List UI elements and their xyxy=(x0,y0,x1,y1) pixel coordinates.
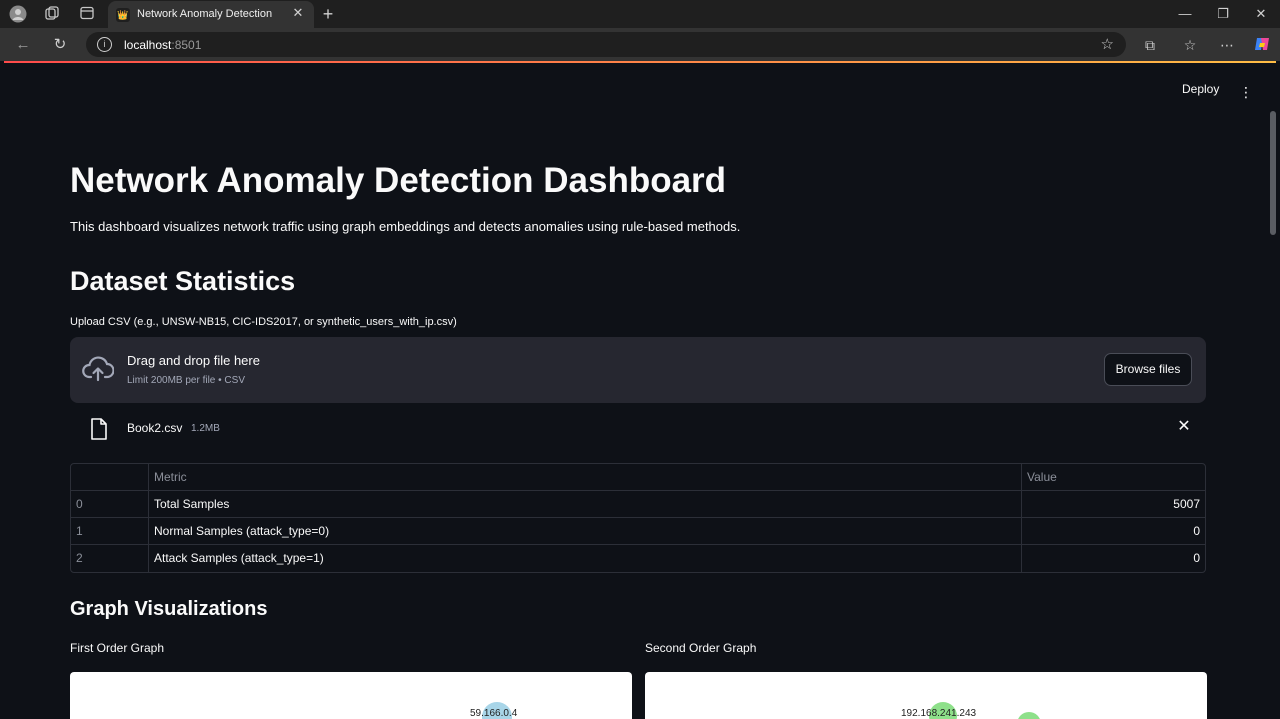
file-size: 1.2MB xyxy=(191,423,220,434)
row-metric[interactable]: Attack Samples (attack_type=1) xyxy=(149,545,1022,572)
close-window-icon[interactable]: ✕ xyxy=(1250,4,1272,24)
reload-icon[interactable]: ↻ xyxy=(50,35,70,55)
first-order-graph-title: First Order Graph xyxy=(70,641,165,655)
upload-label: Upload CSV (e.g., UNSW-NB15, CIC-IDS2017… xyxy=(70,316,457,328)
table-header-row: Metric Value xyxy=(71,464,1205,491)
url-port: :8501 xyxy=(171,38,202,52)
table-row: 1 Normal Samples (attack_type=0) 0 xyxy=(71,518,1205,545)
dataset-statistics-heading: Dataset Statistics xyxy=(70,266,296,296)
first-order-graph[interactable]: 59.166.0.4 xyxy=(70,672,632,719)
dropzone-limit: Limit 200MB per file • CSV xyxy=(127,375,245,386)
collections-icon[interactable] xyxy=(43,5,61,23)
favorite-star-icon[interactable]: ☆ xyxy=(1101,35,1114,53)
graph-node-label: 192.168.241.243 xyxy=(901,708,977,719)
row-value[interactable]: 0 xyxy=(1022,545,1205,572)
site-info-icon[interactable]: i xyxy=(97,37,112,52)
table-row: 2 Attack Samples (attack_type=1) 0 xyxy=(71,545,1205,572)
restore-icon[interactable]: ❐ xyxy=(1212,4,1234,24)
page-scrollbar[interactable] xyxy=(1270,111,1276,235)
url-host: localhost xyxy=(124,38,172,52)
dataset-stats-table[interactable]: Metric Value 0 Total Samples 5007 1 Norm… xyxy=(70,463,1206,573)
header-value[interactable]: Value xyxy=(1022,464,1205,491)
more-menu-icon[interactable]: ⋯ xyxy=(1217,35,1237,55)
graph-visualizations-heading: Graph Visualizations xyxy=(70,598,268,620)
remove-file-icon[interactable]: ✕ xyxy=(1174,417,1194,437)
copilot-icon[interactable] xyxy=(1252,35,1272,55)
file-dropzone[interactable]: Drag and drop file here Limit 200MB per … xyxy=(70,337,1206,403)
row-index: 0 xyxy=(71,491,149,518)
streamlit-favicon-icon: 👑 xyxy=(116,8,130,22)
main-menu-icon[interactable]: ⋮ xyxy=(1238,83,1254,101)
page-title: Network Anomaly Detection Dashboard xyxy=(70,161,727,200)
profile-icon[interactable] xyxy=(9,5,27,23)
file-name: Book2.csv xyxy=(127,421,183,435)
active-tab[interactable]: 👑 Network Anomaly Detection ✕ xyxy=(108,1,314,28)
table-row: 0 Total Samples 5007 xyxy=(71,491,1205,518)
uploaded-file: Book2.csv 1.2MB ✕ xyxy=(70,411,1206,447)
url-text: localhost:8501 xyxy=(124,38,201,52)
app-main: Deploy ⋮ Network Anomaly Detection Dashb… xyxy=(4,63,1276,719)
row-value[interactable]: 0 xyxy=(1022,518,1205,545)
extensions-icon[interactable]: ⧉ xyxy=(1140,35,1160,55)
row-index: 2 xyxy=(71,545,149,572)
browse-files-button[interactable]: Browse files xyxy=(1104,353,1192,386)
row-metric[interactable]: Normal Samples (attack_type=0) xyxy=(149,518,1022,545)
browser-titlebar: 👑 Network Anomaly Detection ✕ + — ❐ ✕ xyxy=(0,0,1280,28)
second-order-graph-title: Second Order Graph xyxy=(645,641,757,655)
minimize-icon[interactable]: — xyxy=(1174,4,1196,24)
tab-title: Network Anomaly Detection xyxy=(137,8,273,20)
second-order-graph[interactable]: 192.168.241.243 xyxy=(645,672,1207,719)
header-index xyxy=(71,464,149,491)
close-tab-icon[interactable]: ✕ xyxy=(290,5,306,21)
deploy-button[interactable]: Deploy xyxy=(1182,82,1219,96)
row-metric[interactable]: Total Samples xyxy=(149,491,1022,518)
row-index: 1 xyxy=(71,518,149,545)
graph-node xyxy=(1017,712,1041,719)
browser-toolbar: ← ↻ i localhost:8501 ☆ xyxy=(0,28,1280,61)
cloud-upload-icon xyxy=(82,355,115,383)
address-bar[interactable]: i localhost:8501 ☆ xyxy=(86,32,1126,57)
graph-node-label: 59.166.0.4 xyxy=(470,708,518,719)
new-tab-icon[interactable]: + xyxy=(318,4,338,24)
tab-actions-icon[interactable] xyxy=(78,5,96,23)
favorites-icon[interactable]: ☆ xyxy=(1180,35,1200,55)
row-value[interactable]: 5007 xyxy=(1022,491,1205,518)
page-description: This dashboard visualizes network traffi… xyxy=(70,219,741,234)
file-icon xyxy=(90,418,108,440)
dropzone-title: Drag and drop file here xyxy=(127,353,260,368)
header-metric[interactable]: Metric xyxy=(149,464,1022,491)
back-icon[interactable]: ← xyxy=(13,35,33,55)
